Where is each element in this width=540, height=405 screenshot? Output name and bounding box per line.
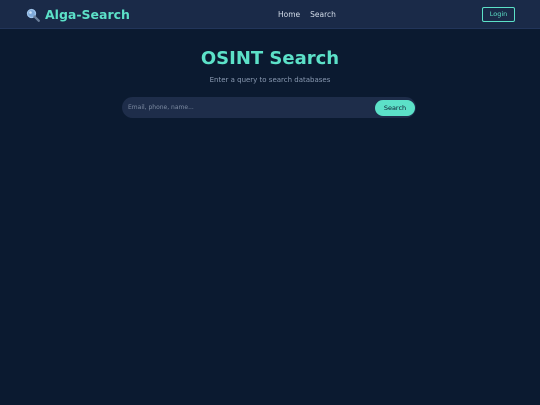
search-input[interactable] — [128, 99, 368, 116]
magnifier-icon — [26, 8, 40, 22]
nav-link-home[interactable]: Home — [278, 9, 300, 20]
top-navbar: Alga-Search Home Search Login — [0, 0, 540, 29]
page-subtitle: Enter a query to search databases — [209, 76, 331, 84]
search-button[interactable]: Search — [375, 100, 415, 116]
search-bar — [122, 97, 416, 118]
login-button[interactable]: Login — [482, 7, 515, 22]
page-title: OSINT Search — [200, 48, 340, 69]
brand-link[interactable]: Alga-Search — [26, 6, 130, 24]
nav-links: Home Search — [278, 9, 336, 20]
brand-name: Alga-Search — [45, 7, 130, 22]
nav-link-search[interactable]: Search — [310, 9, 336, 20]
